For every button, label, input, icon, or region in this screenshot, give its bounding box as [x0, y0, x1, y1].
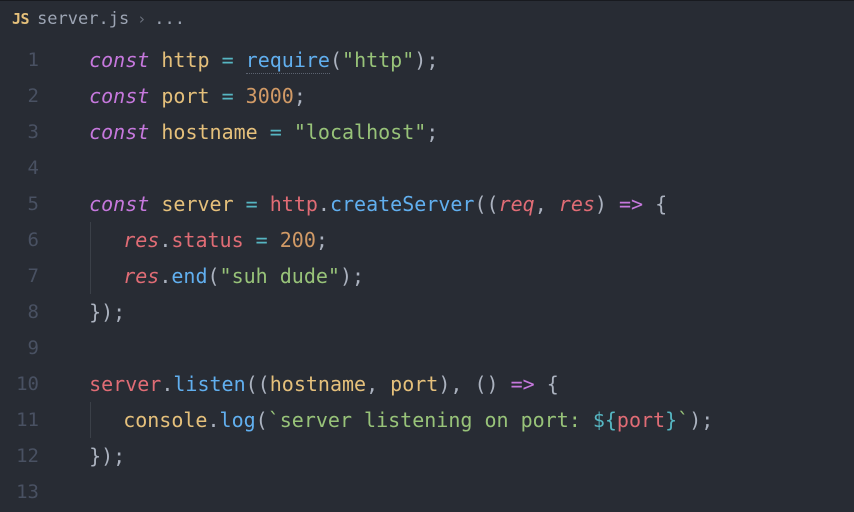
line-number: 1	[0, 42, 39, 78]
line-number: 8	[0, 294, 39, 330]
code-line[interactable]: const server = http.createServer((req, r…	[65, 186, 854, 222]
line-number: 7	[0, 258, 39, 294]
breadcrumb[interactable]: JS server.js › ...	[0, 0, 854, 36]
line-number: 13	[0, 474, 39, 510]
line-number: 10	[0, 366, 39, 402]
code-line[interactable]: const http = require("http");	[65, 42, 854, 78]
js-file-icon: JS	[12, 10, 29, 28]
code-line[interactable]: server.listen((hostname, port), () => {	[65, 366, 854, 402]
code-line[interactable]	[65, 150, 854, 186]
code-line[interactable]: });	[65, 294, 854, 330]
line-number: 5	[0, 186, 39, 222]
line-number: 6	[0, 222, 39, 258]
chevron-right-icon: ›	[137, 10, 146, 28]
line-number: 2	[0, 78, 39, 114]
line-number: 4	[0, 150, 39, 186]
code-editor[interactable]: 1 2 3 4 5 6 7 8 9 10 11 12 13 const http…	[0, 36, 854, 510]
code-line[interactable]	[65, 330, 854, 366]
code-line[interactable]: const port = 3000;	[65, 78, 854, 114]
line-number: 11	[0, 402, 39, 438]
line-number-gutter: 1 2 3 4 5 6 7 8 9 10 11 12 13	[0, 42, 65, 510]
breadcrumb-ellipsis[interactable]: ...	[154, 9, 185, 29]
code-line[interactable]: console.log(`server listening on port: $…	[65, 402, 854, 438]
line-number: 9	[0, 330, 39, 366]
line-number: 12	[0, 438, 39, 474]
code-line[interactable]	[65, 474, 854, 510]
code-line[interactable]: });	[65, 438, 854, 474]
code-content[interactable]: const http = require("http"); const port…	[65, 42, 854, 510]
code-line[interactable]: const hostname = "localhost";	[65, 114, 854, 150]
code-line[interactable]: res.end("suh dude");	[65, 258, 854, 294]
code-line[interactable]: res.status = 200;	[65, 222, 854, 258]
line-number: 3	[0, 114, 39, 150]
breadcrumb-filename[interactable]: server.js	[37, 9, 129, 29]
